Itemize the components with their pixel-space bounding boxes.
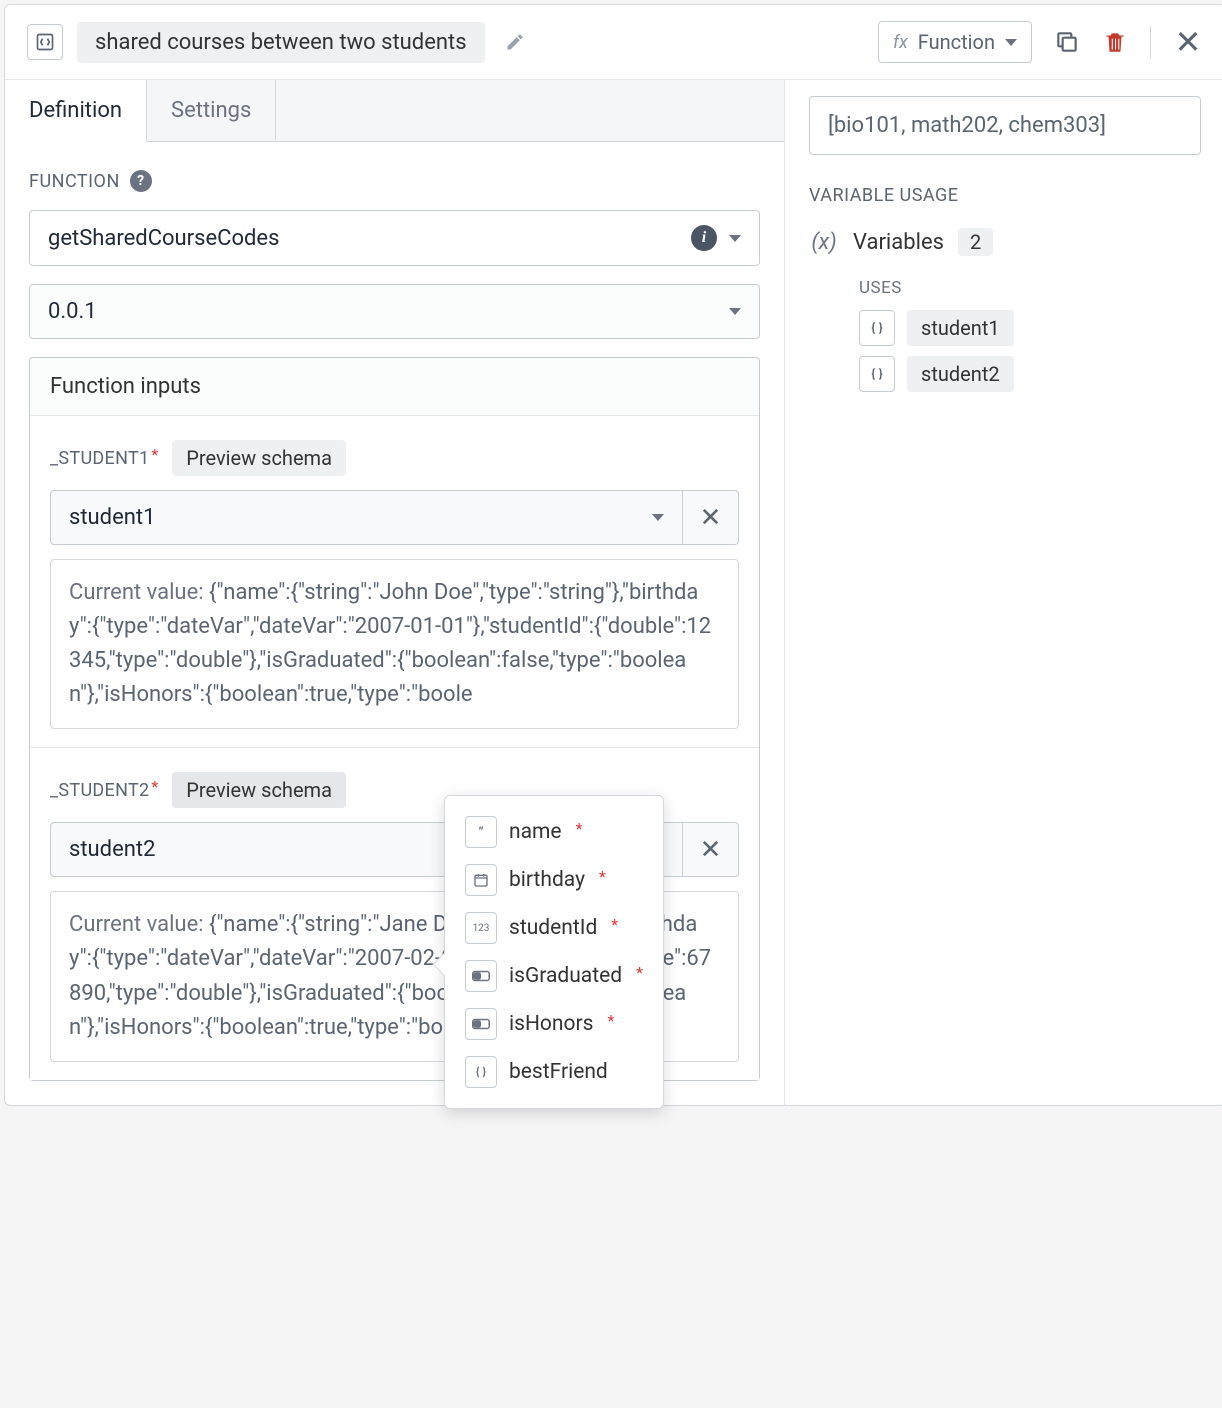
field-name: isGraduated bbox=[509, 964, 622, 988]
output-preview: [bio101, math202, chem303] bbox=[809, 96, 1201, 155]
schema-field-item[interactable]: isGraduated * bbox=[455, 952, 653, 1000]
fx-icon: fx bbox=[893, 32, 908, 53]
variables-label: Variables bbox=[853, 230, 944, 255]
field-name: bestFriend bbox=[509, 1060, 608, 1084]
clear-variable-2[interactable]: ✕ bbox=[683, 822, 739, 877]
field-name: studentId bbox=[509, 916, 597, 940]
tab-definition[interactable]: Definition bbox=[5, 80, 147, 142]
variables-count: 2 bbox=[958, 228, 993, 256]
input-block-student1: _STUDENT1* Preview schema student1 ✕ Cur… bbox=[30, 416, 759, 748]
header: shared courses between two students fx F… bbox=[5, 5, 1222, 80]
schema-field-item[interactable]: 123 studentId * bbox=[455, 904, 653, 952]
clear-variable-1[interactable]: ✕ bbox=[683, 490, 739, 545]
schema-field-item[interactable]: birthday * bbox=[455, 856, 653, 904]
schema-popover: ” name * birthday * 123 studentId * isGraduated *… bbox=[444, 795, 664, 1109]
header-left: shared courses between two students bbox=[27, 22, 531, 63]
required-marker: * bbox=[611, 915, 618, 934]
page-title: shared courses between two students bbox=[77, 22, 485, 63]
field-type-icon bbox=[465, 1008, 497, 1040]
header-right: fx Function ✕ bbox=[878, 21, 1203, 63]
function-node-icon[interactable] bbox=[27, 24, 63, 60]
variable-usage-title: VARIABLE USAGE bbox=[809, 185, 1201, 206]
function-name-value: getSharedCourseCodes bbox=[48, 226, 279, 251]
field-name: birthday bbox=[509, 868, 585, 892]
function-inputs-header: Function inputs bbox=[30, 358, 759, 416]
function-section-label: FUNCTION ? bbox=[29, 170, 760, 192]
schema-field-item[interactable]: isHonors * bbox=[455, 1000, 653, 1048]
edit-title-icon[interactable] bbox=[499, 26, 531, 58]
required-marker: * bbox=[599, 867, 606, 886]
function-name-select[interactable]: getSharedCourseCodes i bbox=[29, 210, 760, 266]
tab-filler bbox=[276, 80, 784, 142]
tabs: Definition Settings bbox=[5, 80, 784, 142]
field-type-icon: ” bbox=[465, 816, 497, 848]
required-marker: * bbox=[576, 819, 583, 838]
field-type-icon bbox=[465, 864, 497, 896]
use-row-1[interactable]: student1 bbox=[859, 310, 1201, 346]
function-version-value: 0.0.1 bbox=[48, 299, 97, 324]
right-column: [bio101, math202, chem303] VARIABLE USAG… bbox=[785, 80, 1222, 1105]
preview-schema-button-1[interactable]: Preview schema bbox=[172, 440, 346, 476]
left-column: Definition Settings FUNCTION ? getShared… bbox=[5, 80, 785, 1105]
use-variable-name: student1 bbox=[907, 310, 1014, 346]
field-type-icon: 123 bbox=[465, 912, 497, 944]
use-row-2[interactable]: student2 bbox=[859, 356, 1201, 392]
chevron-down-icon bbox=[652, 514, 664, 521]
divider bbox=[1150, 26, 1151, 58]
variable-select-1[interactable]: student1 bbox=[50, 490, 683, 545]
schema-field-item[interactable]: ” name * bbox=[455, 808, 653, 856]
function-type-label: Function bbox=[918, 30, 995, 54]
input-label-2: _STUDENT2* bbox=[50, 780, 158, 801]
close-icon[interactable]: ✕ bbox=[1173, 27, 1203, 57]
uses-label: USES bbox=[859, 278, 1201, 298]
chevron-down-icon bbox=[729, 235, 741, 242]
use-variable-name: student2 bbox=[907, 356, 1014, 392]
required-marker: * bbox=[607, 1011, 614, 1030]
field-name: name bbox=[509, 820, 562, 844]
definition-content: FUNCTION ? getSharedCourseCodes i 0.0.1 … bbox=[5, 142, 784, 1105]
function-type-dropdown[interactable]: fx Function bbox=[878, 21, 1032, 63]
preview-schema-button-2[interactable]: Preview schema bbox=[172, 772, 346, 808]
tab-settings[interactable]: Settings bbox=[147, 80, 276, 142]
required-marker: * bbox=[636, 963, 643, 982]
schema-field-item[interactable]: bestFriend bbox=[455, 1048, 653, 1096]
variable-icon: (x) bbox=[809, 230, 839, 255]
object-type-icon bbox=[859, 310, 895, 346]
info-icon[interactable]: i bbox=[691, 225, 717, 251]
variables-header: (x) Variables 2 bbox=[809, 228, 1201, 256]
field-type-icon bbox=[465, 1056, 497, 1088]
input-label-1: _STUDENT1* bbox=[50, 448, 158, 469]
help-icon[interactable]: ? bbox=[130, 170, 152, 192]
current-value-1: Current value: {"name":{"string":"John D… bbox=[50, 559, 739, 729]
chevron-down-icon bbox=[1005, 39, 1017, 46]
field-name: isHonors bbox=[509, 1012, 593, 1036]
delete-icon[interactable] bbox=[1102, 29, 1128, 55]
object-type-icon bbox=[859, 356, 895, 392]
duplicate-icon[interactable] bbox=[1054, 29, 1080, 55]
field-type-icon bbox=[465, 960, 497, 992]
chevron-down-icon bbox=[729, 308, 741, 315]
function-version-select[interactable]: 0.0.1 bbox=[29, 284, 760, 339]
